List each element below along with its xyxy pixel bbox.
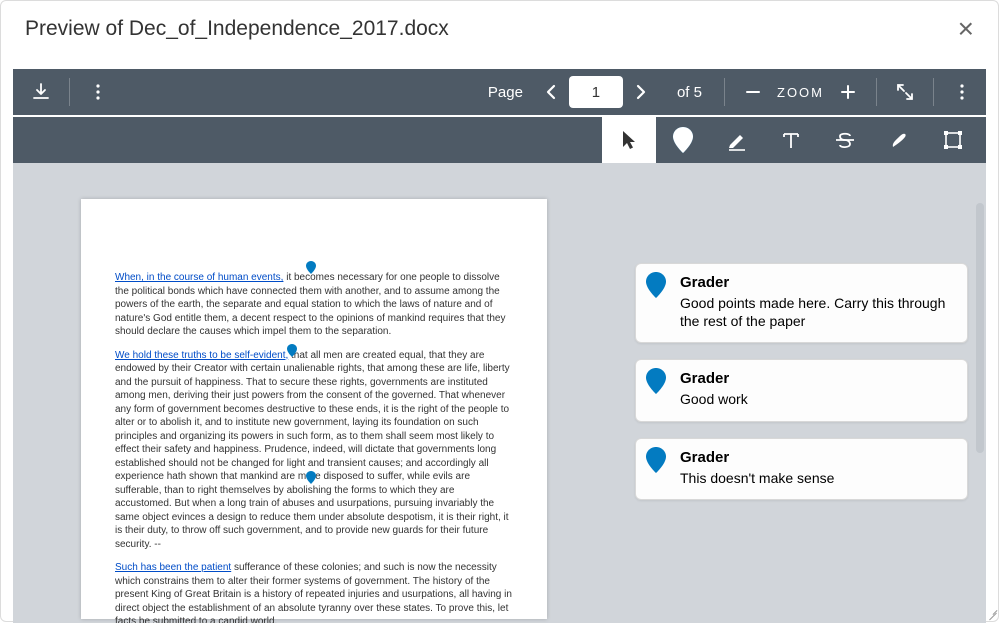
close-button[interactable]: × <box>958 15 974 43</box>
document-page[interactable]: When, in the course of human events, it … <box>81 199 547 619</box>
divider <box>69 78 70 106</box>
doc-link[interactable]: When, in the course of human events, <box>115 272 283 283</box>
freedraw-tool[interactable] <box>872 117 926 163</box>
text-tool[interactable] <box>764 117 818 163</box>
annotation-marker[interactable] <box>306 261 316 274</box>
page-number-input[interactable] <box>569 76 623 108</box>
doc-link[interactable]: Such has been the patient <box>115 562 231 573</box>
comment-body: Good work <box>680 391 953 409</box>
paragraph: We hold these truths to be self-evident,… <box>115 349 513 552</box>
viewer: Page of 5 ZOOM <box>13 69 986 623</box>
annotation-toolbar <box>13 117 986 163</box>
divider <box>724 78 725 106</box>
strikethrough-tool[interactable] <box>818 117 872 163</box>
paragraph: Such has been the patient sufferance of … <box>115 561 513 623</box>
toolbar-main: Page of 5 ZOOM <box>13 69 986 115</box>
annotation-marker[interactable] <box>306 471 316 484</box>
point-annotation-tool[interactable] <box>656 117 710 163</box>
paragraph: When, in the course of human events, it … <box>115 271 513 339</box>
comment-body: This doesn't make sense <box>680 470 953 488</box>
next-page-button[interactable] <box>623 74 659 110</box>
comment-author: Grader <box>680 274 953 291</box>
pin-icon <box>646 368 668 396</box>
comment-author: Grader <box>680 449 953 466</box>
comment-author: Grader <box>680 370 953 387</box>
pin-icon <box>646 272 668 300</box>
download-button[interactable] <box>23 74 59 110</box>
divider <box>933 78 934 106</box>
zoom-out-button[interactable] <box>735 74 771 110</box>
zoom-label: ZOOM <box>777 85 824 100</box>
pin-icon <box>646 447 668 475</box>
divider <box>876 78 877 106</box>
toolbar-kebab-1[interactable] <box>80 74 116 110</box>
fullscreen-button[interactable] <box>887 74 923 110</box>
comments-panel: Grader Good points made here. Carry this… <box>635 263 968 500</box>
comment-card[interactable]: Grader Good work <box>635 359 968 422</box>
page-label: Page <box>488 84 523 101</box>
doc-link[interactable]: We hold these truths to be self-evident, <box>115 350 288 361</box>
document-canvas[interactable]: When, in the course of human events, it … <box>13 163 986 623</box>
doc-text: that all men are created equal, that the… <box>115 350 510 550</box>
prev-page-button[interactable] <box>533 74 569 110</box>
pointer-tool[interactable] <box>602 117 656 163</box>
zoom-in-button[interactable] <box>830 74 866 110</box>
comment-body: Good points made here. Carry this throug… <box>680 295 953 330</box>
annotation-marker[interactable] <box>287 344 297 357</box>
scrollbar-thumb[interactable] <box>976 203 984 453</box>
modal-title: Preview of Dec_of_Independence_2017.docx <box>25 17 449 41</box>
comment-card[interactable]: Grader Good points made here. Carry this… <box>635 263 968 343</box>
resize-handle[interactable] <box>983 606 997 620</box>
modal-header: Preview of Dec_of_Independence_2017.docx… <box>1 1 998 57</box>
page-count-label: of 5 <box>677 84 702 101</box>
area-annotation-tool[interactable] <box>926 117 980 163</box>
comment-card[interactable]: Grader This doesn't make sense <box>635 438 968 501</box>
highlight-tool[interactable] <box>710 117 764 163</box>
toolbar-kebab-2[interactable] <box>944 74 980 110</box>
